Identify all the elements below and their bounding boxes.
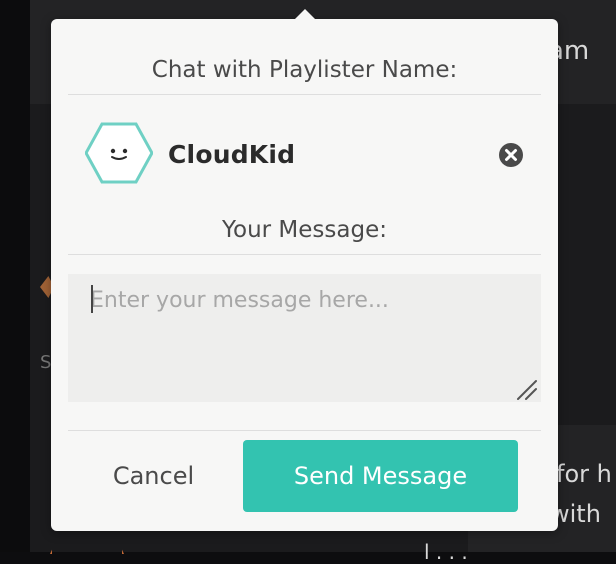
send-message-button[interactable]: Send Message [243, 440, 518, 512]
close-circle-icon[interactable] [498, 142, 524, 168]
background-right-text-3: l . . . [424, 540, 468, 564]
modal-pointer-arrow [294, 9, 316, 20]
divider [68, 94, 541, 95]
modal-title: Chat with Playlister Name: [151, 57, 458, 83]
message-input[interactable] [68, 274, 541, 402]
cancel-button[interactable]: Cancel [86, 442, 221, 510]
background-left-strip [0, 0, 30, 552]
background-right-text-1: for h [556, 460, 612, 488]
divider [68, 430, 541, 431]
divider [68, 254, 541, 255]
recipient-name: CloudKid [168, 140, 296, 169]
chat-modal: Chat with Playlister Name: CloudKid Your… [51, 19, 558, 531]
resize-handle-icon[interactable] [516, 379, 538, 401]
text-caret [91, 285, 93, 313]
background-left-text: S [40, 352, 52, 373]
hexagon-face-icon [85, 122, 153, 184]
recipient-row: CloudKid [85, 122, 525, 188]
message-label: Your Message: [222, 217, 387, 243]
